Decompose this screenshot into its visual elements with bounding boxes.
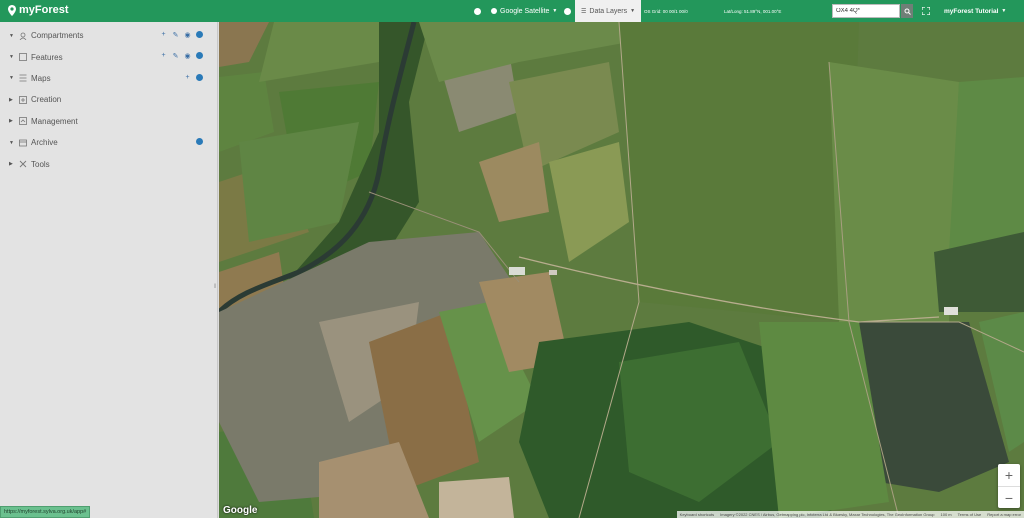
report-error-link[interactable]: Report a map error	[987, 512, 1021, 517]
info-icon[interactable]	[196, 137, 203, 145]
grid-coordinates-text: OS Grid: 00 00/1 00/0	[644, 8, 688, 14]
basemap-label: Google Satellite	[500, 7, 550, 15]
sidebar-item-creation[interactable]: ▶ Creation	[0, 89, 217, 110]
terms-link[interactable]: Terms of Use	[958, 512, 982, 517]
keyboard-shortcuts-link[interactable]: Keyboard shortcuts	[680, 512, 714, 517]
maps-icon	[18, 73, 28, 83]
edit-icon[interactable]: ✎	[172, 31, 179, 39]
expand-arrow-icon[interactable]: ▼	[9, 140, 18, 146]
help-icon	[564, 7, 571, 15]
view-icon[interactable]: ◉	[184, 52, 191, 60]
sidebar-item-label: Features	[31, 52, 63, 62]
features-icon	[18, 52, 28, 62]
latlong-coordinates: Lat/Long: 51.89°N, 001.00°E	[724, 0, 781, 22]
scale-bar: 100 m	[940, 512, 952, 517]
compartments-icon	[18, 31, 28, 41]
fullscreen-icon	[922, 7, 930, 15]
chevron-down-icon: ▼	[552, 8, 558, 14]
brand-logo[interactable]: myForest	[8, 4, 69, 16]
search-button[interactable]	[901, 4, 913, 18]
sidebar-resize-handle[interactable]: ‖	[214, 284, 216, 290]
top-navbar: myForest Google Satellite ▼ ☰ Data Layer…	[0, 0, 1024, 22]
search-icon	[904, 8, 911, 15]
add-icon[interactable]: +	[160, 31, 167, 38]
info-toggle[interactable]	[474, 0, 481, 22]
sidebar-item-label: Management	[31, 116, 78, 126]
sidebar-item-label: Creation	[31, 95, 62, 105]
grid-coordinates: OS Grid: 00 00/1 00/0	[644, 0, 688, 22]
zoom-out-button[interactable]: −	[998, 487, 1020, 509]
status-bar-url: https://myforest.sylva.org.uk/app#	[0, 506, 91, 518]
latlong-coordinates-text: Lat/Long: 51.89°N, 001.00°E	[724, 8, 782, 14]
sidebar-item-tools[interactable]: ▶ Tools	[0, 153, 217, 174]
info-icon	[474, 7, 481, 15]
archive-icon	[18, 138, 28, 148]
expand-arrow-icon[interactable]: ▶	[9, 97, 18, 103]
info-icon[interactable]	[196, 73, 203, 81]
info-icon[interactable]	[196, 52, 203, 60]
expand-arrow-icon[interactable]: ▼	[9, 54, 18, 60]
sidebar-item-label: Tools	[31, 159, 50, 169]
chevron-down-icon: ▼	[630, 8, 636, 14]
user-menu-label: myForest Tutorial	[944, 7, 999, 15]
data-layers-label: Data Layers	[589, 7, 628, 15]
fullscreen-button[interactable]	[922, 0, 930, 22]
sidebar-item-management[interactable]: ▶ Management	[0, 111, 217, 132]
add-icon[interactable]: +	[160, 52, 167, 59]
map-pin-icon	[8, 4, 16, 16]
sidebar-item-label: Compartments	[31, 31, 84, 41]
satellite-imagery[interactable]	[219, 22, 1024, 518]
satellite-map[interactable]: + − Google Keyboard shortcuts Imagery ©2…	[219, 22, 1024, 518]
imagery-credit: Imagery ©2022 CNES / Airbus, Getmapping …	[720, 512, 935, 517]
layers-icon: ☰	[581, 8, 587, 15]
globe-icon	[491, 8, 497, 14]
sidebar-item-label: Maps	[31, 73, 51, 83]
add-icon[interactable]: +	[184, 74, 191, 81]
creation-icon	[18, 95, 28, 105]
basemap-selector[interactable]: Google Satellite ▼	[491, 0, 557, 22]
sidebar: ▼ Compartments + ✎ ◉ ▼ Features + ✎ ◉ ▼ …	[0, 22, 218, 518]
expand-arrow-icon[interactable]: ▶	[9, 118, 18, 124]
help-toggle[interactable]	[564, 0, 571, 22]
management-icon	[18, 116, 28, 126]
info-icon[interactable]	[196, 31, 203, 38]
sidebar-item-maps[interactable]: ▼ Maps +	[0, 68, 217, 89]
zoom-in-button[interactable]: +	[998, 464, 1020, 486]
sidebar-item-compartments[interactable]: ▼ Compartments + ✎ ◉	[0, 25, 217, 46]
view-icon[interactable]: ◉	[184, 31, 191, 39]
map-attribution: Keyboard shortcuts Imagery ©2022 CNES / …	[676, 511, 1024, 518]
user-menu[interactable]: myForest Tutorial ▼	[944, 0, 1006, 22]
expand-arrow-icon[interactable]: ▼	[9, 33, 18, 39]
zoom-control: + −	[998, 464, 1020, 508]
sidebar-item-archive[interactable]: ▼ Archive	[0, 132, 217, 153]
expand-arrow-icon[interactable]: ▶	[9, 161, 18, 167]
sidebar-item-features[interactable]: ▼ Features + ✎ ◉	[0, 46, 217, 67]
expand-arrow-icon[interactable]: ▼	[9, 75, 18, 81]
chevron-down-icon: ▼	[1001, 8, 1007, 14]
tools-icon	[18, 159, 28, 169]
edit-icon[interactable]: ✎	[172, 52, 179, 60]
brand-name: myForest	[19, 4, 69, 16]
location-search-input[interactable]	[832, 4, 900, 18]
sidebar-item-label: Archive	[31, 138, 58, 148]
google-logo: Google	[223, 505, 258, 516]
data-layers-tab[interactable]: ☰ Data Layers ▼	[575, 0, 642, 22]
